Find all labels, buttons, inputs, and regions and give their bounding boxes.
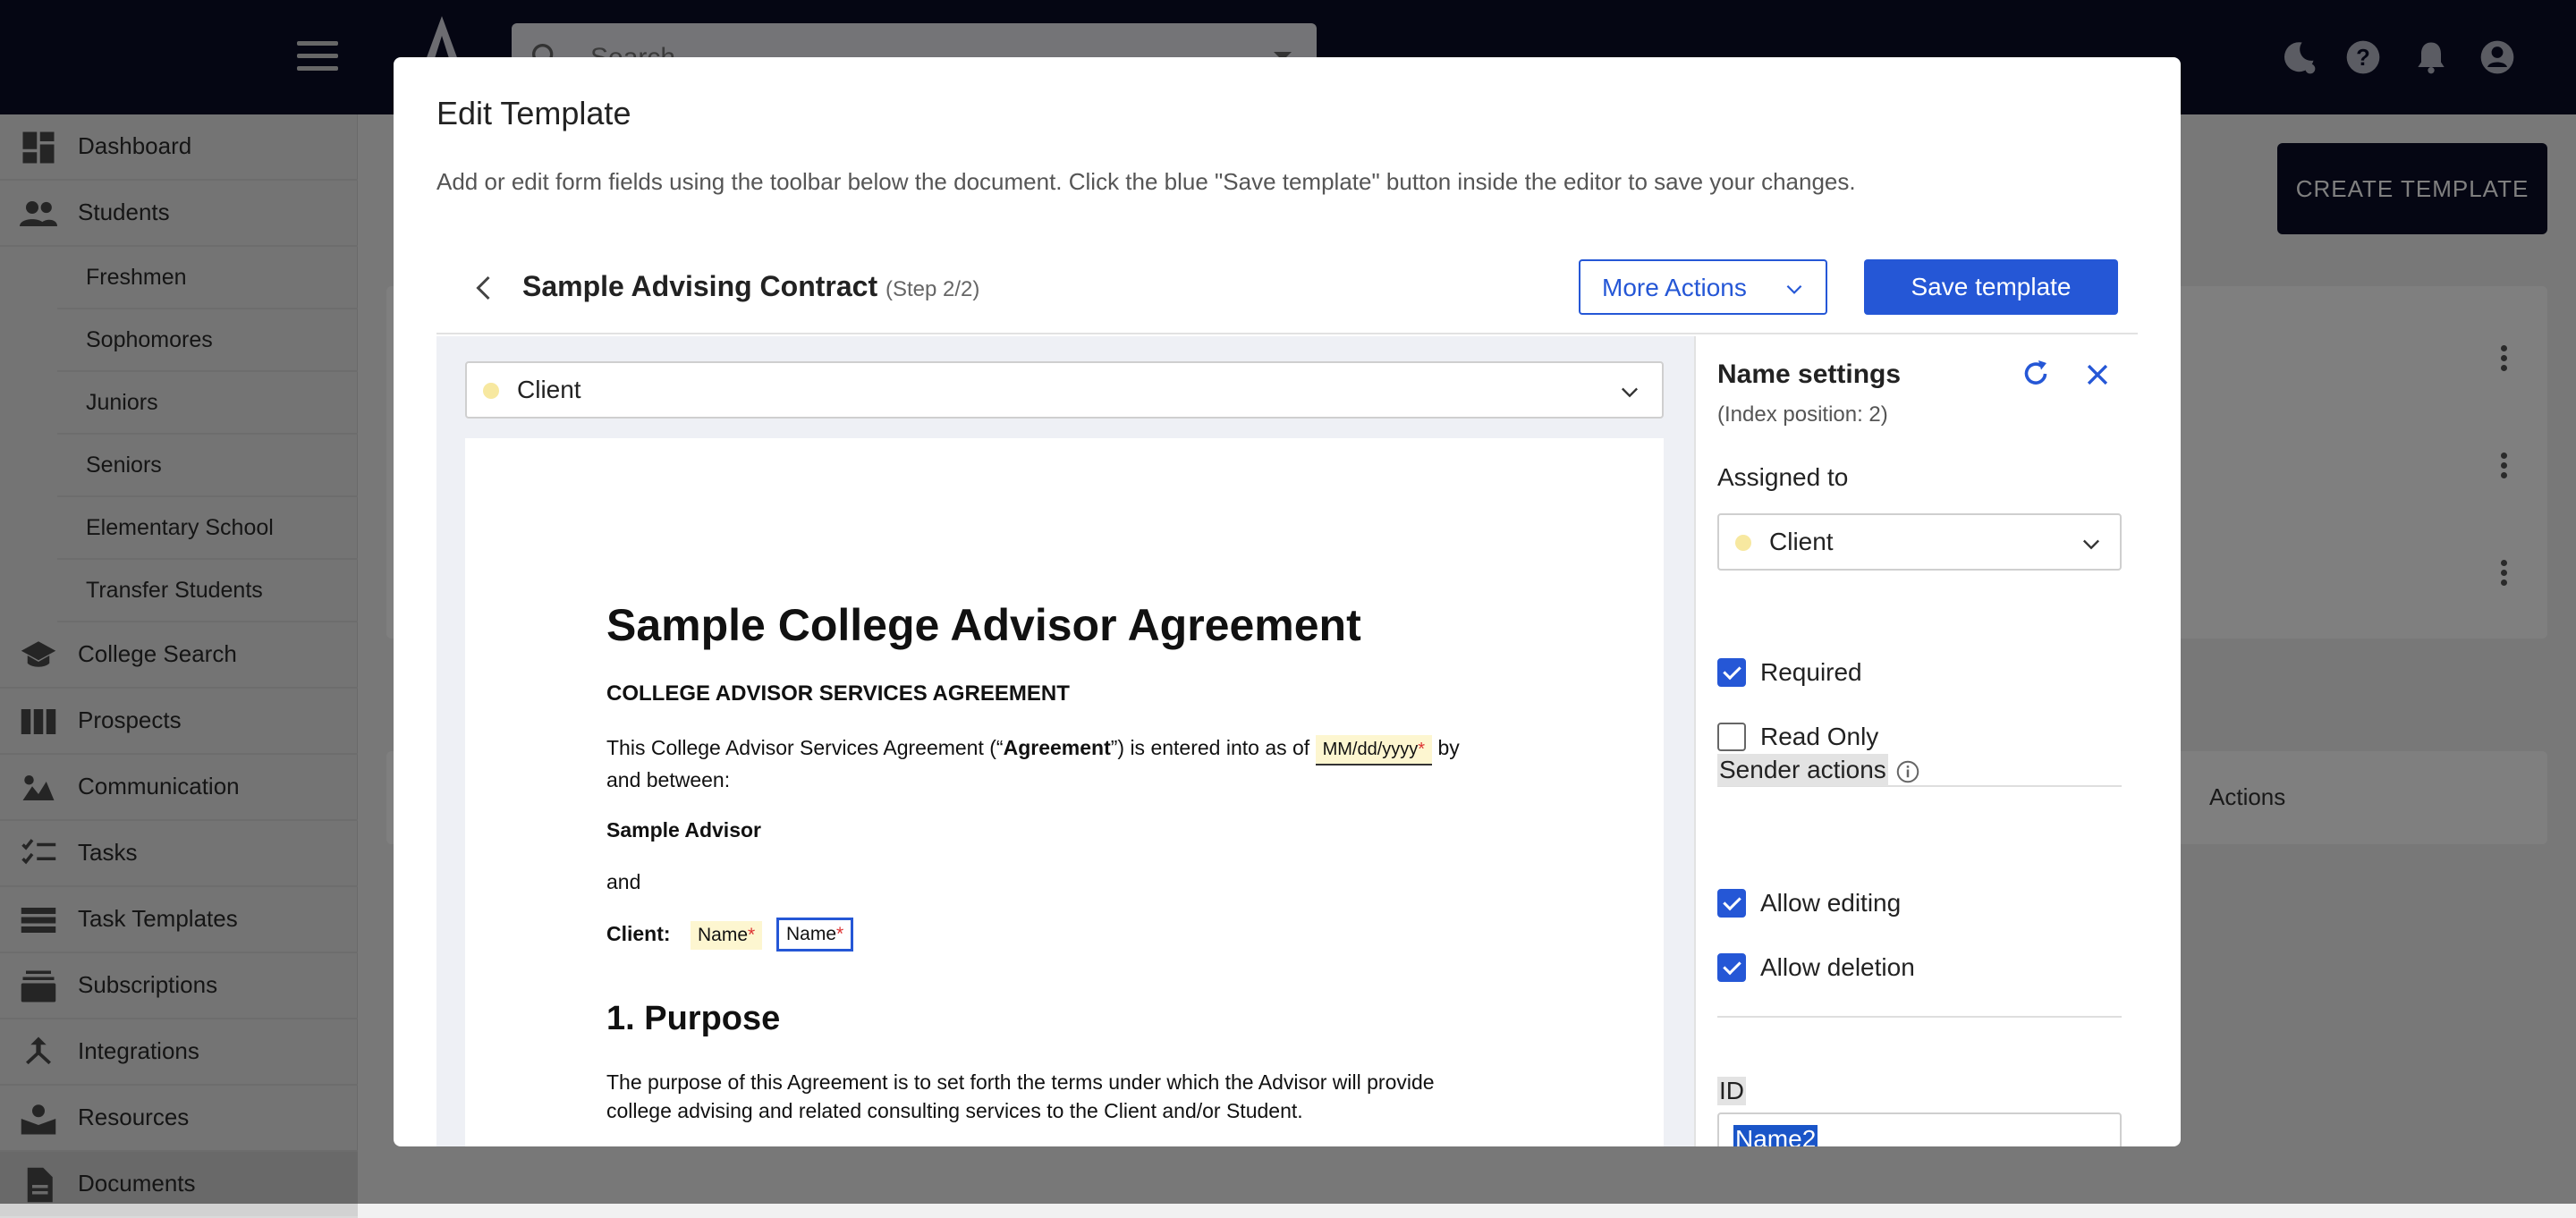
required-checkbox[interactable] bbox=[1717, 658, 1746, 687]
required-mark: * bbox=[748, 925, 756, 945]
document-title: Sample Advising Contract bbox=[522, 270, 878, 302]
allow-editing-checkbox[interactable] bbox=[1717, 889, 1746, 918]
allow-deletion-label: Allow deletion bbox=[1760, 953, 1915, 981]
save-template-button[interactable]: Save template bbox=[1864, 259, 2118, 315]
dialog-title: Edit Template bbox=[436, 95, 631, 131]
recipient-color-dot bbox=[483, 383, 499, 399]
field-settings-panel: Name settings (Index position: 2) Assign… bbox=[1694, 336, 2181, 1146]
date-field-label: MM/dd/yyyy bbox=[1322, 740, 1419, 759]
chevron-down-icon bbox=[1786, 284, 1802, 294]
recipient-select[interactable]: Client bbox=[465, 361, 1664, 419]
assigned-to-select[interactable]: Client bbox=[1717, 513, 2122, 571]
assigned-to-label: Assigned to bbox=[1717, 463, 1849, 491]
date-field[interactable]: MM/dd/yyyy* bbox=[1315, 735, 1433, 765]
section-title: 1. Purpose bbox=[606, 1000, 781, 1037]
document-heading: Sample College Advisor Agreement bbox=[606, 600, 1361, 650]
intro-text-end: by bbox=[1437, 736, 1460, 759]
section-line-2: college advising and related consulting … bbox=[606, 1099, 1303, 1122]
step-indicator: (Step 2/2) bbox=[886, 277, 980, 301]
name-field-1[interactable]: Name* bbox=[691, 921, 763, 950]
more-actions-label: More Actions bbox=[1602, 274, 1747, 301]
id-input[interactable]: Name2 bbox=[1717, 1112, 2122, 1146]
divider bbox=[1717, 1016, 2122, 1018]
section-paragraph: The purpose of this Agreement is to set … bbox=[606, 1068, 1435, 1125]
intro-bold: Agreement bbox=[1003, 736, 1111, 759]
assigned-to-value: Client bbox=[1769, 528, 1834, 555]
required-label: Required bbox=[1760, 658, 1862, 686]
editor-header: Sample Advising Contract (Step 2/2) More… bbox=[436, 245, 2138, 334]
intro-text-post: ”) is entered into as of bbox=[1110, 736, 1310, 759]
recipient-color-dot bbox=[1735, 535, 1751, 551]
document-page: Sample College Advisor Agreement COLLEGE… bbox=[465, 438, 1664, 1146]
document-viewer: Client Sample College Advisor Agreement … bbox=[436, 336, 1694, 1146]
party-advisor: Sample Advisor bbox=[606, 818, 761, 842]
name-field-label: Name bbox=[698, 925, 749, 945]
more-actions-button[interactable]: More Actions bbox=[1579, 259, 1827, 315]
edit-template-dialog: Edit Template Add or edit form fields us… bbox=[394, 57, 2181, 1146]
name-field-label: Name bbox=[786, 924, 837, 944]
document-subheading: COLLEGE ADVISOR SERVICES AGREEMENT bbox=[606, 681, 1070, 706]
close-icon[interactable] bbox=[2082, 359, 2113, 390]
required-mark: * bbox=[836, 924, 844, 944]
required-mark: * bbox=[1418, 740, 1426, 759]
chevron-left-icon[interactable] bbox=[469, 272, 501, 304]
read-only-label: Read Only bbox=[1760, 723, 1879, 750]
refresh-icon[interactable] bbox=[2020, 358, 2052, 390]
dialog-description: Add or edit form fields using the toolba… bbox=[436, 168, 1856, 195]
sender-actions-label: Sender actions bbox=[1717, 754, 1888, 786]
id-label: ID bbox=[1717, 1077, 1746, 1105]
settings-title: Name settings bbox=[1717, 359, 1902, 389]
id-input-value: Name2 bbox=[1733, 1125, 1818, 1146]
info-icon[interactable] bbox=[1894, 758, 1921, 785]
recipient-select-value: Client bbox=[517, 376, 581, 403]
client-label: Client: bbox=[606, 922, 671, 945]
allow-deletion-checkbox[interactable] bbox=[1717, 953, 1746, 982]
intro-text: This College Advisor Services Agreement … bbox=[606, 736, 1004, 759]
chevron-down-icon bbox=[2083, 539, 2099, 550]
and-text: and bbox=[606, 870, 641, 893]
allow-editing-label: Allow editing bbox=[1760, 889, 1902, 917]
intro-paragraph: This College Advisor Services Agreement … bbox=[606, 733, 1519, 794]
settings-index: (Index position: 2) bbox=[1717, 402, 1888, 427]
intro-line2: and between: bbox=[606, 768, 731, 791]
name-field-2-selected[interactable]: Name* bbox=[776, 918, 854, 952]
section-line-1: The purpose of this Agreement is to set … bbox=[606, 1070, 1435, 1094]
chevron-down-icon bbox=[1622, 387, 1638, 398]
read-only-checkbox[interactable] bbox=[1717, 723, 1746, 751]
